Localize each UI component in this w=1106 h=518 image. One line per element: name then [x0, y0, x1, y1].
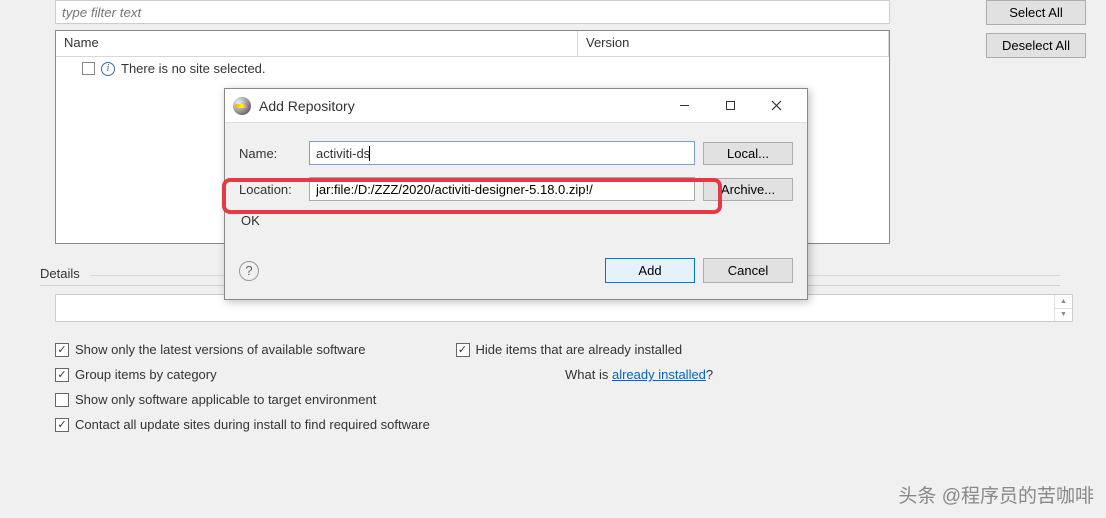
status-ok: OK: [241, 213, 793, 228]
hide-installed-label: Hide items that are already installed: [476, 342, 683, 357]
hide-installed-checkbox[interactable]: [456, 343, 470, 357]
select-all-button[interactable]: Select All: [986, 0, 1086, 25]
show-latest-checkbox[interactable]: [55, 343, 69, 357]
contact-sites-label: Contact all update sites during install …: [75, 417, 430, 432]
target-env-checkbox[interactable]: [55, 393, 69, 407]
empty-message: There is no site selected.: [121, 61, 266, 76]
target-env-label: Show only software applicable to target …: [75, 392, 376, 407]
cancel-button[interactable]: Cancel: [703, 258, 793, 283]
dialog-titlebar[interactable]: Add Repository: [225, 89, 807, 123]
maximize-button[interactable]: [707, 90, 753, 122]
location-label: Location:: [239, 182, 301, 197]
local-button[interactable]: Local...: [703, 142, 793, 165]
already-installed-link[interactable]: already installed: [612, 367, 706, 382]
eclipse-icon: [233, 97, 251, 115]
add-repository-dialog: Add Repository Name: activiti-ds Local..…: [224, 88, 808, 300]
details-spinner[interactable]: ▲ ▼: [1054, 295, 1072, 321]
add-button[interactable]: Add: [605, 258, 695, 283]
show-latest-label: Show only the latest versions of availab…: [75, 342, 366, 357]
deselect-all-button[interactable]: Deselect All: [986, 33, 1086, 58]
info-icon: i: [101, 62, 115, 76]
group-category-label: Group items by category: [75, 367, 217, 382]
contact-sites-checkbox[interactable]: [55, 418, 69, 432]
what-is-text: What is already installed?: [565, 367, 713, 382]
spinner-down-icon[interactable]: ▼: [1055, 309, 1072, 322]
column-name[interactable]: Name: [56, 31, 578, 56]
name-label: Name:: [239, 146, 301, 161]
spinner-up-icon[interactable]: ▲: [1055, 295, 1072, 309]
name-input[interactable]: activiti-ds: [309, 141, 695, 165]
table-row: i There is no site selected.: [56, 57, 889, 80]
location-input[interactable]: [309, 177, 695, 201]
archive-button[interactable]: Archive...: [703, 178, 793, 201]
dialog-title: Add Repository: [259, 98, 661, 114]
table-header: Name Version: [56, 31, 889, 57]
close-button[interactable]: [753, 90, 799, 122]
minimize-button[interactable]: [661, 90, 707, 122]
column-version[interactable]: Version: [578, 31, 889, 56]
filter-input[interactable]: [55, 0, 890, 24]
watermark-text: 头条 @程序员的苦咖啡: [898, 481, 1094, 508]
group-category-checkbox[interactable]: [55, 368, 69, 382]
help-icon[interactable]: ?: [239, 261, 259, 281]
row-checkbox[interactable]: [82, 62, 95, 75]
